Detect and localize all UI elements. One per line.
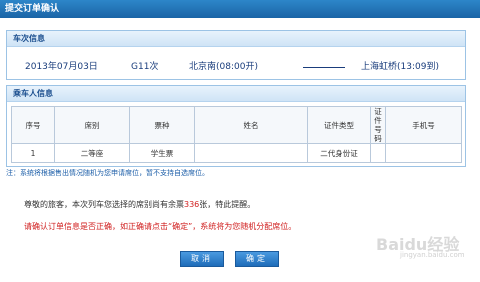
passenger-info-panel: 乘车人信息 序号 席别 票种 姓名 证件类型 证件号码 手机号 1 二等座 学生… [6,85,466,167]
message-prefix: 尊敬的旅客，本次列车您选择的席别尚有余票 [24,200,184,209]
dialog-title: 提交订单确认 [0,0,480,18]
travel-date: 2013年07月03日 [25,62,98,72]
col-index: 序号 [11,106,55,144]
message-suffix: 张，特此提醒。 [199,200,256,209]
col-id-number: 证件号码 [370,106,386,144]
confirm-warning: 请确认订单信息是否正确，如正确请点击“确定”，系统将为您随机分配席位。 [24,222,297,231]
seat-note: 注：系统将根据售出情况随机为您申请席位，暂不支持自选席位。 [6,169,209,177]
train-info-header: 车次信息 [7,31,465,47]
watermark-url: jingyan.baidu.com [400,251,465,259]
cancel-button[interactable]: 取消 [180,251,224,267]
cell-name [194,143,308,163]
cell-seat: 二等座 [54,143,130,163]
table-header-row: 序号 席别 票种 姓名 证件类型 证件号码 手机号 [11,106,462,144]
col-name: 姓名 [194,106,308,144]
route-line [303,67,345,68]
train-number: G11次 [131,62,159,72]
cell-ticket-type: 学生票 [129,143,195,163]
arrival-station: 上海虹桥(13:09到) [361,62,439,72]
col-id-type: 证件类型 [307,106,371,144]
remaining-count: 336 [184,200,200,209]
departure-station: 北京南(08:00开) [189,62,258,72]
train-info-panel: 车次信息 2013年07月03日 G11次 北京南(08:00开) 上海虹桥(1… [6,30,466,80]
table-row: 1 二等座 学生票 二代身份证 [11,143,462,163]
cell-id-number [370,143,386,163]
col-ticket-type: 票种 [129,106,195,144]
confirm-button[interactable]: 确定 [235,251,279,267]
cell-index: 1 [11,143,55,163]
col-seat: 席别 [54,106,130,144]
cell-phone [385,143,462,163]
passenger-table: 序号 席别 票种 姓名 证件类型 证件号码 手机号 1 二等座 学生票 二代身份… [11,106,462,163]
col-phone: 手机号 [385,106,462,144]
remaining-tickets-message: 尊敬的旅客，本次列车您选择的席别尚有余票336张，特此提醒。 [24,199,255,210]
passenger-info-header: 乘车人信息 [7,86,465,102]
cell-id-type: 二代身份证 [307,143,371,163]
